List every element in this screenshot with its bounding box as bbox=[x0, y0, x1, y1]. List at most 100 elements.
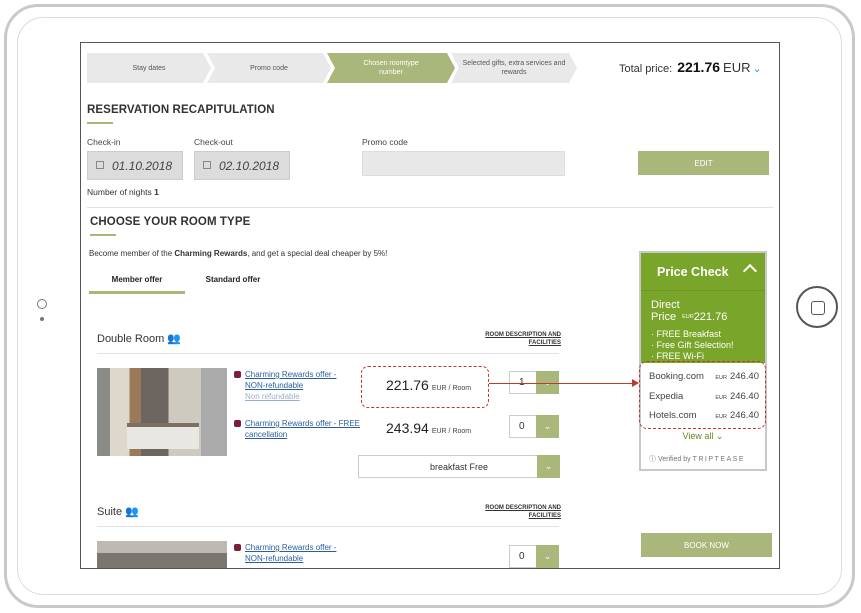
nights-info: Number of nights 1 bbox=[87, 187, 159, 197]
chevron-down-icon[interactable]: ⌄ bbox=[536, 415, 559, 438]
nights-label: Number of nights bbox=[87, 187, 152, 197]
room-photo[interactable] bbox=[97, 368, 227, 456]
arrow-icon bbox=[489, 379, 639, 387]
price-highlight bbox=[361, 366, 489, 408]
roomtype-title: CHOOSE YOUR ROOM TYPE bbox=[90, 216, 251, 228]
direct-label: Direct Price bbox=[651, 299, 680, 323]
total-label: Total price: bbox=[619, 63, 673, 75]
price-unit: EUR / Room bbox=[431, 428, 472, 435]
room-name: Suite bbox=[97, 506, 123, 518]
room-title-double: Double Room 👥 bbox=[97, 332, 181, 345]
persons-icon: 👥 bbox=[125, 506, 139, 518]
offer-policy[interactable]: Non refundable bbox=[245, 391, 336, 402]
feature-item: · Free Gift Selection! bbox=[651, 340, 734, 350]
feature-list: · FREE Breakfast · Free Gift Selection! … bbox=[651, 329, 755, 362]
direct-currency: EUR bbox=[682, 314, 694, 321]
offer-title-cont[interactable]: NON-refundable bbox=[245, 380, 336, 391]
room-description-link[interactable]: ROOM DESCRIPTION AND FACILITIES bbox=[461, 504, 561, 520]
persons-icon: 👥 bbox=[167, 333, 182, 345]
step-label: Selected gifts, extra services and rewar… bbox=[462, 60, 566, 76]
chevron-down-icon[interactable]: ⌄ bbox=[537, 455, 560, 478]
room-photo[interactable] bbox=[97, 541, 227, 568]
offer-title-cont[interactable]: NON-refundable bbox=[245, 553, 336, 564]
checkin-value: 01.10.2018 bbox=[112, 158, 173, 173]
sensor-dot bbox=[40, 317, 44, 321]
member-suffix: , and get a special deal cheaper by 5%! bbox=[247, 249, 388, 258]
total-price[interactable]: Total price: 221.76 EUR ⌄ bbox=[619, 59, 762, 75]
calendar-icon bbox=[203, 161, 211, 169]
step-label: Stay dates bbox=[132, 64, 166, 72]
camera-icon bbox=[37, 299, 47, 309]
checkin-label: Check-in bbox=[87, 137, 121, 147]
offer-title[interactable]: Charming Rewards offer - FREE bbox=[245, 419, 360, 428]
total-amount: 221.76 bbox=[677, 59, 721, 75]
tab-standard-offer[interactable]: Standard offer bbox=[191, 275, 275, 284]
member-promo-text: Become member of the Charming Rewards, a… bbox=[89, 249, 387, 258]
recap-title: RESERVATION RECAPITULATION bbox=[87, 104, 275, 116]
member-brand: Charming Rewards bbox=[174, 249, 248, 258]
step-label: Chosen roomtype number bbox=[363, 60, 419, 76]
booking-screen: Stay dates Promo code Chosen roomtype nu… bbox=[80, 42, 780, 569]
offer-price: 243.94 EUR / Room bbox=[386, 420, 471, 436]
rewards-icon bbox=[234, 420, 241, 428]
calendar-icon bbox=[96, 161, 104, 169]
room-title-suite: Suite 👥 bbox=[97, 505, 139, 518]
rewards-icon bbox=[234, 544, 241, 552]
checkout-field[interactable]: 02.10.2018 bbox=[194, 151, 290, 180]
price-check-title: Price Check bbox=[657, 264, 729, 279]
board-value: breakfast Free bbox=[429, 461, 489, 472]
step-chosen-roomtype[interactable]: Chosen roomtype number bbox=[327, 53, 455, 83]
quantity-select[interactable]: 0 ⌄ bbox=[509, 415, 559, 438]
home-button[interactable] bbox=[796, 286, 838, 328]
offer-title-cont[interactable]: cancellation bbox=[245, 429, 360, 440]
price-check-header[interactable]: Price Check bbox=[641, 253, 765, 291]
offer-free-cancellation[interactable]: Charming Rewards offer - FREE cancellati… bbox=[234, 418, 360, 440]
feature-item: · FREE Breakfast bbox=[651, 329, 722, 339]
edit-button[interactable]: EDIT bbox=[638, 151, 769, 175]
tab-member-offer[interactable]: Member offer bbox=[89, 275, 185, 284]
checkout-value: 02.10.2018 bbox=[219, 158, 280, 173]
chevron-down-icon[interactable]: ⌄ bbox=[752, 63, 761, 75]
checkout-label: Check-out bbox=[194, 137, 233, 147]
step-label: Promo code bbox=[250, 64, 288, 72]
quantity-value: 0 bbox=[519, 551, 525, 562]
member-prefix: Become member of the bbox=[89, 249, 175, 258]
step-gifts-services[interactable]: Selected gifts, extra services and rewar… bbox=[451, 53, 577, 83]
offer-title[interactable]: Charming Rewards offer - bbox=[245, 543, 336, 552]
quantity-select[interactable]: 0 ⌄ bbox=[509, 545, 559, 568]
direct-price: Direct Price EUR221.76 bbox=[651, 299, 755, 323]
chevron-down-icon[interactable]: ⌄ bbox=[536, 545, 559, 568]
verified-badge: ⓘ Verified by TRIPTEASE bbox=[649, 454, 745, 464]
checkin-field[interactable]: 01.10.2018 bbox=[87, 151, 183, 180]
verified-label: Verified by bbox=[657, 456, 691, 463]
total-currency: EUR bbox=[723, 60, 751, 75]
view-all-label: View all bbox=[682, 431, 714, 441]
chevron-up-icon[interactable] bbox=[742, 263, 758, 279]
step-promo-code[interactable]: Promo code bbox=[207, 53, 331, 83]
competitor-highlight bbox=[639, 361, 766, 429]
divider bbox=[97, 353, 559, 354]
price-value: 243.94 bbox=[386, 420, 429, 436]
quantity-value: 0 bbox=[519, 421, 525, 432]
active-tab-indicator bbox=[89, 291, 185, 294]
view-all-link[interactable]: View all ⌄ bbox=[641, 431, 765, 442]
rewards-icon bbox=[234, 371, 241, 379]
divider bbox=[97, 526, 559, 527]
promo-code-input[interactable] bbox=[362, 151, 565, 176]
info-icon: ⓘ bbox=[649, 456, 656, 463]
board-select[interactable]: breakfast Free ⌄ bbox=[358, 455, 560, 478]
offer-nonrefundable[interactable]: Charming Rewards offer - NON-refundable bbox=[234, 542, 336, 564]
direct-price-panel: Direct Price EUR221.76 · FREE Breakfast ·… bbox=[641, 291, 765, 363]
promo-label: Promo code bbox=[362, 137, 408, 147]
nights-value: 1 bbox=[154, 187, 159, 197]
chevron-down-icon: ⌄ bbox=[715, 431, 724, 441]
title-underline bbox=[90, 234, 116, 236]
divider bbox=[87, 207, 773, 208]
offer-title[interactable]: Charming Rewards offer - bbox=[245, 370, 336, 379]
step-stay-dates[interactable]: Stay dates bbox=[87, 53, 211, 83]
book-now-button[interactable]: BOOK NOW bbox=[641, 533, 772, 557]
room-description-link[interactable]: ROOM DESCRIPTION AND FACILITIES bbox=[461, 331, 561, 347]
direct-value: 221.76 bbox=[693, 311, 728, 323]
offer-nonrefundable[interactable]: Charming Rewards offer - NON-refundable … bbox=[234, 369, 336, 402]
room-name: Double Room bbox=[97, 333, 165, 345]
